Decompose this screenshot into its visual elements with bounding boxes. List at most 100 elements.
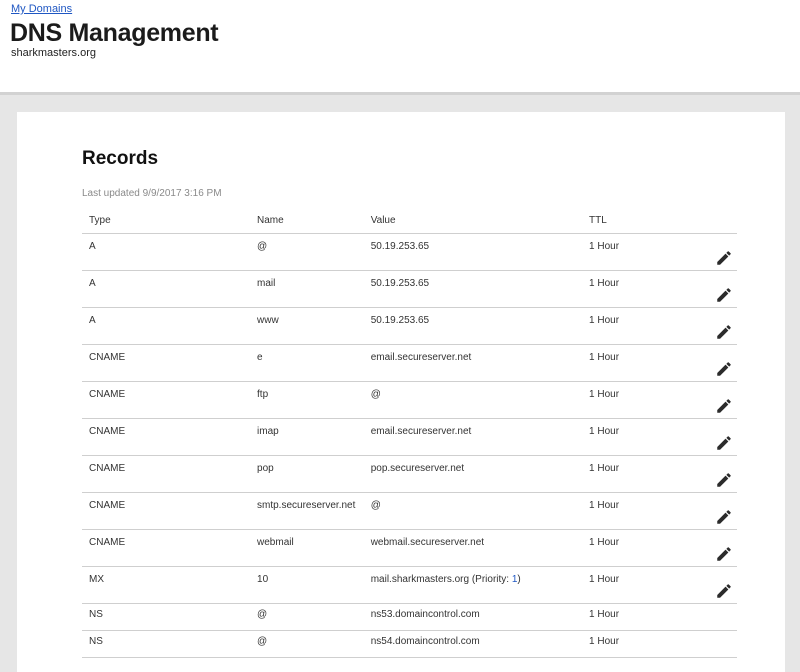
record-type: NS <box>82 603 251 631</box>
column-header-value[interactable]: Value <box>363 208 583 234</box>
pencil-icon <box>717 362 731 376</box>
record-value: @ <box>363 381 583 419</box>
record-actions <box>689 566 737 604</box>
domain-name: sharkmasters.org <box>11 47 96 59</box>
records-table: Type Name Value TTL A @ 50.19.253.65 1 H… <box>82 208 737 658</box>
record-actions <box>689 307 737 345</box>
record-type: MX <box>82 566 251 604</box>
column-header-type[interactable]: Type <box>82 208 251 234</box>
edit-record-button[interactable] <box>713 434 733 454</box>
table-row: NS @ ns54.domaincontrol.com 1 Hour <box>82 630 737 658</box>
record-ttl: 1 Hour <box>582 630 690 658</box>
pencil-icon <box>717 473 731 487</box>
table-row: CNAME webmail webmail.secureserver.net 1… <box>82 529 737 567</box>
record-value: ns53.domaincontrol.com <box>363 603 583 631</box>
table-row: NS @ ns53.domaincontrol.com 1 Hour <box>82 603 737 631</box>
table-row: CNAME ftp @ 1 Hour <box>82 381 737 419</box>
record-value: 50.19.253.65 <box>363 233 583 271</box>
record-ttl: 1 Hour <box>582 270 690 308</box>
table-row: CNAME smtp.secureserver.net @ 1 Hour <box>82 492 737 530</box>
record-ttl: 1 Hour <box>582 529 690 567</box>
edit-record-button[interactable] <box>713 397 733 417</box>
edit-record-button[interactable] <box>713 508 733 528</box>
record-value-text: mail.sharkmasters.org <box>370 574 470 585</box>
table-row: A www 50.19.253.65 1 Hour <box>82 307 737 345</box>
edit-record-button[interactable] <box>713 582 733 602</box>
record-value: mail.sharkmasters.org (Priority: 1) <box>363 566 583 604</box>
record-type: A <box>82 233 251 271</box>
record-name: e <box>250 344 364 382</box>
record-name: @ <box>250 603 364 631</box>
record-value: ns54.domaincontrol.com <box>363 630 583 658</box>
pencil-icon <box>717 584 731 598</box>
column-header-actions <box>689 208 737 234</box>
record-ttl: 1 Hour <box>582 418 690 456</box>
pencil-icon <box>717 251 731 265</box>
table-header-row: Type Name Value TTL <box>82 208 737 234</box>
record-type: CNAME <box>82 529 251 567</box>
edit-record-button[interactable] <box>713 286 733 306</box>
page-title: DNS Management <box>10 19 219 47</box>
record-type: NS <box>82 630 251 658</box>
records-title: Records <box>82 148 159 169</box>
column-header-ttl[interactable]: TTL <box>582 208 690 234</box>
record-actions <box>689 492 737 530</box>
record-ttl: 1 Hour <box>582 307 690 345</box>
record-ttl: 1 Hour <box>582 603 690 631</box>
record-name: smtp.secureserver.net <box>250 492 364 530</box>
column-header-name[interactable]: Name <box>250 208 364 234</box>
record-actions <box>689 418 737 456</box>
record-type: CNAME <box>82 381 251 419</box>
record-actions <box>689 455 737 493</box>
record-ttl: 1 Hour <box>582 492 690 530</box>
records-card: Records Last updated 9/9/2017 3:16 PM Ty… <box>17 112 785 672</box>
record-value: 50.19.253.65 <box>363 307 583 345</box>
table-row: MX 10 mail.sharkmasters.org (Priority: 1… <box>82 566 737 604</box>
record-type: CNAME <box>82 492 251 530</box>
edit-record-button[interactable] <box>713 545 733 565</box>
record-type: A <box>82 270 251 308</box>
records-body: A @ 50.19.253.65 1 Hour A mail 50.19.253… <box>82 233 737 658</box>
record-name: @ <box>250 630 364 658</box>
table-row: A @ 50.19.253.65 1 Hour <box>82 233 737 271</box>
record-actions <box>689 344 737 382</box>
record-ttl: 1 Hour <box>582 381 690 419</box>
pencil-icon <box>717 547 731 561</box>
table-row: CNAME imap email.secureserver.net 1 Hour <box>82 418 737 456</box>
pencil-icon <box>717 436 731 450</box>
record-actions <box>689 233 737 271</box>
record-type: A <box>82 307 251 345</box>
record-name: imap <box>250 418 364 456</box>
record-ttl: 1 Hour <box>582 566 690 604</box>
last-updated: Last updated 9/9/2017 3:16 PM <box>82 188 222 199</box>
record-actions <box>689 381 737 419</box>
table-row: CNAME pop pop.secureserver.net 1 Hour <box>82 455 737 493</box>
record-type: CNAME <box>82 418 251 456</box>
breadcrumb-my-domains[interactable]: My Domains <box>11 3 72 15</box>
edit-record-button[interactable] <box>713 323 733 343</box>
record-value: email.secureserver.net <box>363 418 583 456</box>
page-header: My Domains DNS Management sharkmasters.o… <box>0 0 800 95</box>
record-type: CNAME <box>82 455 251 493</box>
record-actions <box>689 630 737 658</box>
record-ttl: 1 Hour <box>582 344 690 382</box>
priority-label: (Priority: <box>469 574 512 585</box>
edit-record-button[interactable] <box>713 249 733 269</box>
edit-record-button[interactable] <box>713 360 733 380</box>
record-value: @ <box>363 492 583 530</box>
record-name: webmail <box>250 529 364 567</box>
record-name: mail <box>250 270 364 308</box>
record-name: www <box>250 307 364 345</box>
record-value: pop.secureserver.net <box>363 455 583 493</box>
record-name: ftp <box>250 381 364 419</box>
record-name: pop <box>250 455 364 493</box>
record-actions <box>689 529 737 567</box>
record-value: webmail.secureserver.net <box>363 529 583 567</box>
edit-record-button[interactable] <box>713 471 733 491</box>
record-name: @ <box>250 233 364 271</box>
table-row: CNAME e email.secureserver.net 1 Hour <box>82 344 737 382</box>
record-actions <box>689 603 737 631</box>
pencil-icon <box>717 510 731 524</box>
record-type: CNAME <box>82 344 251 382</box>
record-actions <box>689 270 737 308</box>
